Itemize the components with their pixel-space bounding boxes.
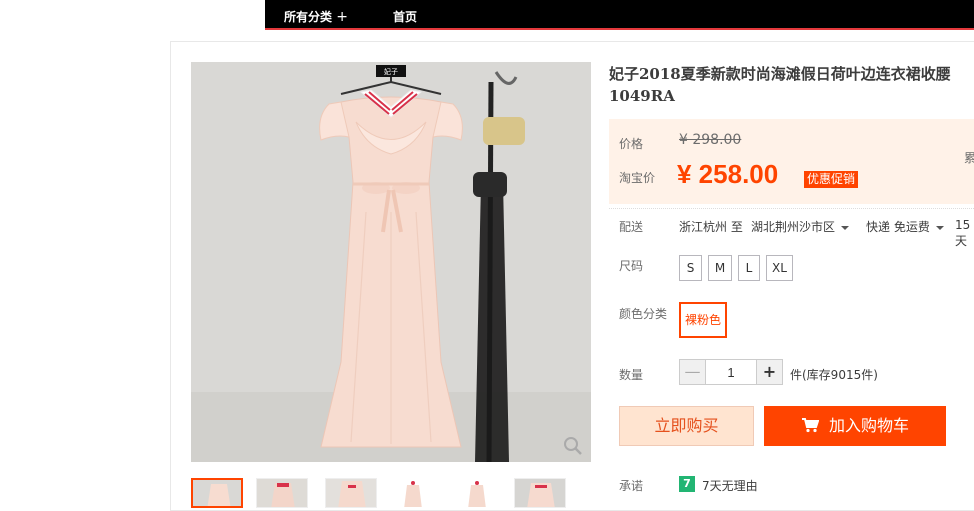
add-to-cart-label: 加入购物车: [828, 416, 909, 435]
promo-badge[interactable]: 优惠促销: [804, 171, 859, 188]
color-label: 颜色分类: [619, 307, 668, 321]
chevron-down-icon: [841, 225, 850, 230]
sale-price: ¥ 258.00: [677, 159, 779, 189]
promise-label: 承诺: [619, 479, 644, 493]
size-option-s[interactable]: S: [679, 255, 702, 281]
promise-text[interactable]: 7天无理由: [702, 477, 758, 494]
top-nav-bar: 所有分类 + 首页: [265, 0, 974, 30]
quantity-input[interactable]: [706, 360, 756, 384]
black-bag: [473, 172, 507, 197]
product-main-image[interactable]: 妃子: [191, 62, 591, 462]
svg-text:妃子: 妃子: [384, 67, 398, 76]
seven-day-return-icon: 7: [679, 476, 695, 492]
price-label: 价格: [619, 137, 644, 151]
nav-home-link[interactable]: 首页: [393, 8, 417, 25]
thumbnail-1[interactable]: [191, 478, 243, 508]
thumbnail-3[interactable]: [325, 478, 377, 508]
quantity-minus-button[interactable]: —: [680, 360, 706, 384]
add-to-cart-button[interactable]: 加入购物车: [764, 406, 946, 446]
accumulated-reviews-label: 累: [964, 151, 974, 165]
thumbnail-6[interactable]: [514, 478, 566, 508]
delivery-extra: 15天: [955, 218, 971, 248]
quantity-label: 数量: [619, 368, 644, 382]
quantity-stepper: — +: [679, 359, 783, 385]
thumbnail-5[interactable]: [450, 478, 502, 508]
nav-all-categories[interactable]: 所有分类 +: [284, 8, 348, 25]
thumbnail-4[interactable]: [386, 478, 438, 508]
thumbnail-2[interactable]: [256, 478, 308, 508]
delivery-label: 配送: [619, 220, 644, 234]
gold-bag: [483, 117, 525, 145]
delivery-from: 浙江杭州 至: [679, 220, 743, 234]
chevron-down-icon: [935, 225, 944, 230]
price-panel: 价格 ¥ 298.00 淘宝价 ¥ 258.00 优惠促销 累: [609, 119, 974, 204]
quantity-plus-button[interactable]: +: [756, 360, 782, 384]
cart-icon: [801, 418, 819, 433]
size-option-m[interactable]: M: [708, 255, 732, 281]
divider: [609, 208, 974, 209]
buy-now-button[interactable]: 立即购买: [619, 406, 754, 446]
dress-photo: 妃子: [191, 62, 591, 462]
zoom-icon[interactable]: [563, 436, 583, 456]
size-option-l[interactable]: L: [738, 255, 760, 281]
size-label: 尺码: [619, 259, 644, 273]
product-title: 妃子2018夏季新款时尚海滩假日荷叶边连衣裙收腰 1049RA: [609, 65, 951, 105]
stock-text: 件(库存9015件): [790, 368, 878, 382]
delivery-destination[interactable]: 湖北荆州沙市区: [751, 218, 850, 235]
original-price: ¥ 298.00: [679, 132, 742, 148]
size-option-xl[interactable]: XL: [766, 255, 793, 281]
sale-price-label: 淘宝价: [619, 171, 656, 185]
delivery-method[interactable]: 快递 免运费: [866, 218, 944, 235]
color-option-nude-pink[interactable]: 裸粉色: [679, 302, 727, 338]
